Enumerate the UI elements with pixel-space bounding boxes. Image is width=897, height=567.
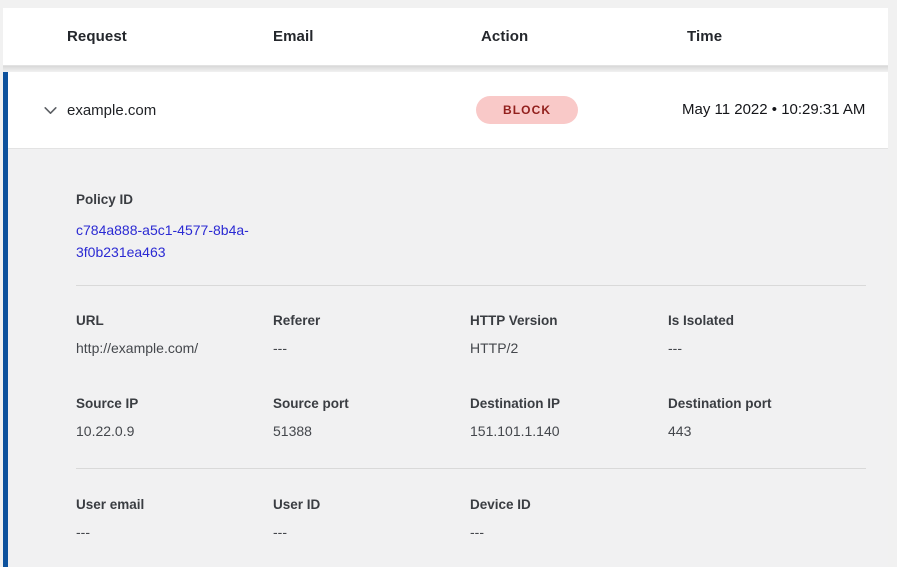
field-source-port: Source port 51388 bbox=[273, 396, 470, 442]
column-header-time: Time bbox=[687, 28, 876, 45]
field-url: URL http://example.com/ bbox=[76, 313, 273, 359]
field-source-port-label: Source port bbox=[273, 396, 470, 412]
log-table: Request Email Action Time example.com BL… bbox=[3, 8, 888, 567]
field-user-id-label: User ID bbox=[273, 497, 470, 513]
field-user-id-value: --- bbox=[273, 522, 470, 543]
field-source-ip-label: Source IP bbox=[76, 396, 273, 412]
field-destination-port-value: 443 bbox=[668, 421, 866, 442]
action-block-badge: BLOCK bbox=[476, 96, 578, 124]
row-action-cell: BLOCK bbox=[476, 96, 682, 124]
table-row[interactable]: example.com BLOCK May 11 2022 • 10:29:31… bbox=[8, 72, 888, 149]
field-device-id: Device ID --- bbox=[470, 497, 668, 543]
field-destination-ip-value: 151.101.1.140 bbox=[470, 421, 668, 442]
policy-id-section: Policy ID c784a888-a5c1-4577-8b4a-3f0b23… bbox=[76, 192, 866, 263]
field-source-ip: Source IP 10.22.0.9 bbox=[76, 396, 273, 442]
field-user-email-label: User email bbox=[76, 497, 273, 513]
field-http-version-value: HTTP/2 bbox=[470, 338, 668, 359]
policy-id-link[interactable]: c784a888-a5c1-4577-8b4a-3f0b231ea463 bbox=[76, 220, 268, 263]
expanded-row-container: example.com BLOCK May 11 2022 • 10:29:31… bbox=[3, 72, 888, 567]
field-device-id-value: --- bbox=[470, 522, 668, 543]
field-is-isolated: Is Isolated --- bbox=[668, 313, 866, 359]
divider bbox=[76, 285, 866, 286]
details-row-user: User email --- User ID --- Device ID --- bbox=[76, 497, 866, 543]
divider bbox=[76, 468, 866, 469]
row-request-value: example.com bbox=[67, 102, 268, 119]
row-time-value: May 11 2022 • 10:29:31 AM bbox=[682, 98, 876, 122]
field-referer-label: Referer bbox=[273, 313, 470, 329]
field-destination-port-label: Destination port bbox=[668, 396, 866, 412]
column-header-request: Request bbox=[67, 28, 273, 45]
field-http-version-label: HTTP Version bbox=[470, 313, 668, 329]
details-row-network: Source IP 10.22.0.9 Source port 51388 De… bbox=[76, 396, 866, 442]
field-http-version: HTTP Version HTTP/2 bbox=[470, 313, 668, 359]
column-header-email: Email bbox=[273, 28, 481, 45]
field-referer-value: --- bbox=[273, 338, 470, 359]
field-is-isolated-label: Is Isolated bbox=[668, 313, 866, 329]
field-is-isolated-value: --- bbox=[668, 338, 866, 359]
field-destination-ip-label: Destination IP bbox=[470, 396, 668, 412]
table-header-row: Request Email Action Time bbox=[3, 8, 888, 66]
field-url-value: http://example.com/ bbox=[76, 338, 273, 359]
field-user-id: User ID --- bbox=[273, 497, 470, 543]
field-url-label: URL bbox=[76, 313, 273, 329]
field-referer: Referer --- bbox=[273, 313, 470, 359]
field-source-port-value: 51388 bbox=[273, 421, 470, 442]
policy-id-label: Policy ID bbox=[76, 192, 866, 208]
field-user-email: User email --- bbox=[76, 497, 273, 543]
field-destination-port: Destination port 443 bbox=[668, 396, 866, 442]
row-details-panel: Policy ID c784a888-a5c1-4577-8b4a-3f0b23… bbox=[8, 149, 888, 567]
field-source-ip-value: 10.22.0.9 bbox=[76, 421, 273, 442]
field-user-email-value: --- bbox=[76, 522, 273, 543]
chevron-down-icon[interactable] bbox=[41, 101, 59, 119]
details-row-http: URL http://example.com/ Referer --- HTTP… bbox=[76, 313, 866, 359]
column-header-action: Action bbox=[481, 28, 687, 45]
field-device-id-label: Device ID bbox=[470, 497, 668, 513]
field-destination-ip: Destination IP 151.101.1.140 bbox=[470, 396, 668, 442]
